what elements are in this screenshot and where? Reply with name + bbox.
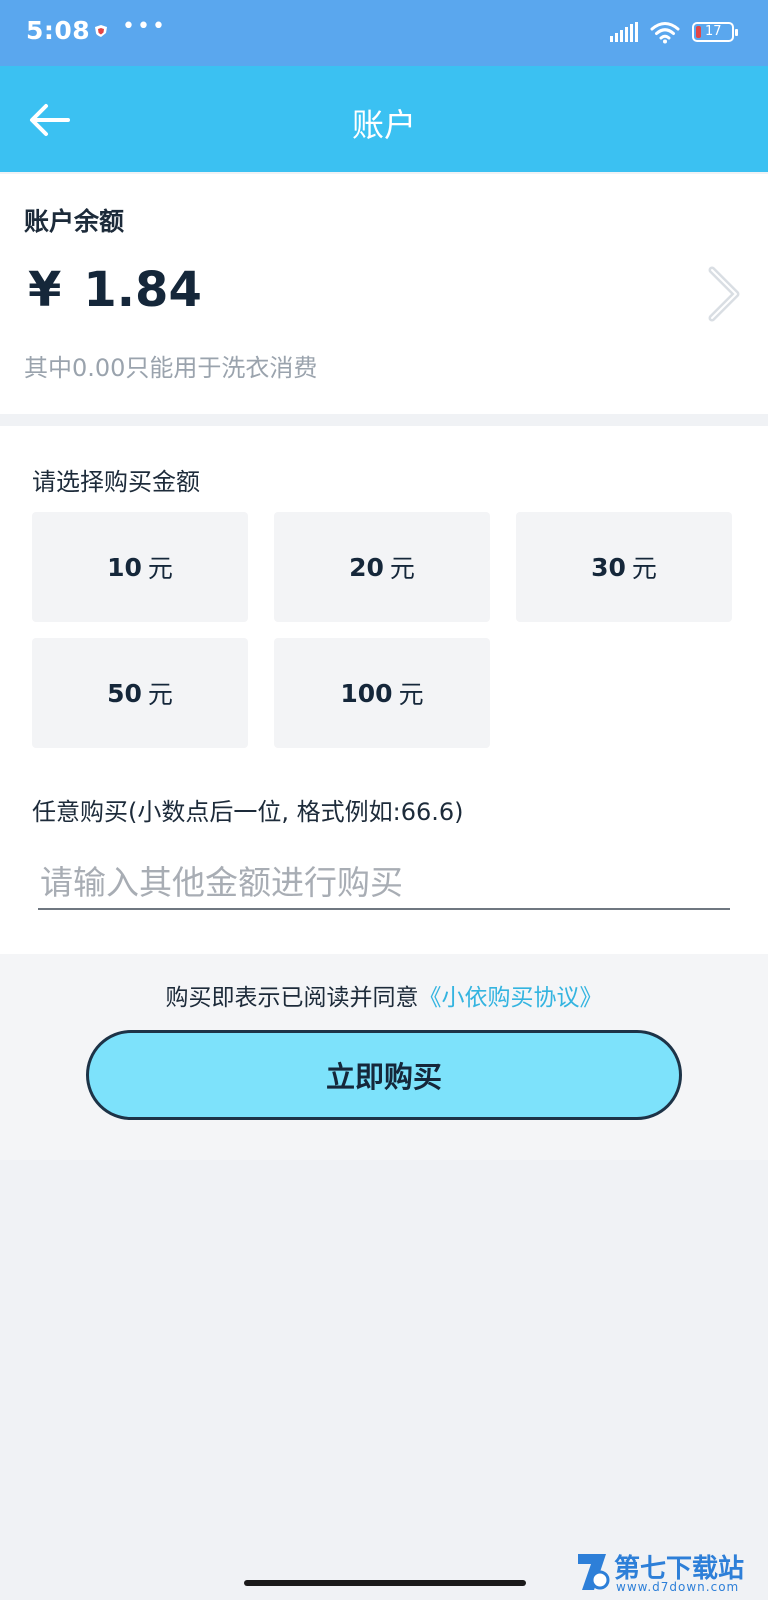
more-notifications-icon: ••• bbox=[122, 14, 167, 39]
battery-percent: 17 bbox=[705, 24, 722, 39]
amount-value: 20 bbox=[349, 552, 384, 582]
custom-amount-label: 任意购买(小数点后一位, 格式例如:66.6) bbox=[32, 798, 464, 826]
agreement-link[interactable]: 《小依购买协议》 bbox=[419, 985, 603, 1011]
page-title: 账户 bbox=[351, 106, 416, 144]
amount-unit: 元 bbox=[631, 554, 657, 583]
purchase-footer: 购买即表示已阅读并同意《小依购买协议》 立即购买 bbox=[0, 954, 768, 1160]
watermark: 第七下载站 www.d7down.com bbox=[574, 1548, 764, 1596]
status-bar: 5:08 ••• 17 bbox=[0, 0, 768, 66]
agreement-text: 购买即表示已阅读并同意《小依购买协议》 bbox=[0, 978, 768, 1012]
custom-amount-input[interactable] bbox=[38, 856, 730, 910]
balance-card[interactable]: 账户余额 ¥1.84 其中0.00只能用于洗衣消费 bbox=[0, 174, 768, 414]
amount-option-50[interactable]: 50 元 bbox=[32, 638, 248, 748]
amount-value: 100 bbox=[340, 678, 393, 708]
amount-option-30[interactable]: 30 元 bbox=[516, 512, 732, 622]
currency-symbol: ¥ bbox=[28, 262, 62, 318]
amount-unit: 元 bbox=[147, 554, 173, 583]
watermark-url: www.d7down.com bbox=[616, 1580, 740, 1594]
balance-value: 1.84 bbox=[83, 262, 202, 318]
amount-value: 10 bbox=[107, 552, 142, 582]
wifi-icon bbox=[650, 22, 680, 44]
purchase-heading: 请选择购买金额 bbox=[32, 468, 200, 496]
section-divider bbox=[0, 414, 768, 426]
amount-value: 50 bbox=[107, 678, 142, 708]
chevron-right-icon[interactable] bbox=[704, 264, 744, 324]
home-indicator[interactable] bbox=[244, 1580, 526, 1586]
balance-note: 其中0.00只能用于洗衣消费 bbox=[24, 354, 318, 382]
amount-option-100[interactable]: 100 元 bbox=[274, 638, 490, 748]
amount-value: 30 bbox=[591, 552, 626, 582]
purchase-section: 请选择购买金额 10 元 20 元 30 元 50 元 100 元 任意购买(小数点后一位… bbox=[0, 426, 768, 954]
battery-level bbox=[696, 26, 701, 38]
amount-unit: 元 bbox=[389, 554, 415, 583]
battery-icon: 17 bbox=[692, 22, 738, 42]
amount-option-10[interactable]: 10 元 bbox=[32, 512, 248, 622]
app-notification-icon bbox=[95, 25, 107, 37]
balance-amount: ¥1.84 bbox=[28, 262, 202, 318]
cellular-signal-icon bbox=[610, 22, 638, 42]
amount-unit: 元 bbox=[147, 680, 173, 709]
title-bar: 账户 bbox=[0, 66, 768, 172]
buy-now-button[interactable]: 立即购买 bbox=[86, 1030, 682, 1120]
balance-heading: 账户余额 bbox=[24, 207, 125, 236]
amount-unit: 元 bbox=[398, 680, 424, 709]
amount-option-20[interactable]: 20 元 bbox=[274, 512, 490, 622]
watermark-logo-icon bbox=[578, 1554, 610, 1590]
status-time: 5:08 bbox=[26, 16, 91, 45]
agreement-statement: 购买即表示已阅读并同意 bbox=[165, 985, 419, 1011]
